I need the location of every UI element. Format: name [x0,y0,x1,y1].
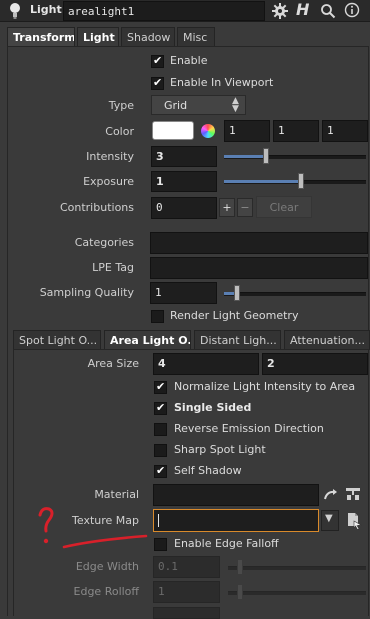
intensity-slider-fill [224,155,266,158]
color-swatch[interactable] [152,121,194,140]
partial-bottom-field [153,607,220,619]
contributions-label: Contributions [59,201,134,214]
node-type-label: Light [30,3,62,16]
texture-map-field[interactable] [153,509,319,532]
tab-attenuation[interactable]: Attenuation... [284,330,370,350]
reverse-emission-checkbox[interactable] [154,423,167,436]
type-dropdown-value: Grid [164,99,188,112]
exposure-field[interactable]: 1 [151,171,217,192]
gear-icon[interactable] [271,2,289,20]
render-geometry-checkbox[interactable] [151,310,164,323]
edge-falloff-checkbox[interactable] [154,538,167,551]
updown-arrow-icon: ▲ ▼ [232,96,239,114]
file-chooser-icon[interactable] [346,512,362,530]
color-label: Color [105,125,134,138]
sampling-slider-handle[interactable] [234,285,240,301]
edge-width-field[interactable]: 0.1 [153,556,220,578]
text-cursor [158,514,159,527]
tab-distant-light-options[interactable]: Distant Ligh... [194,330,281,350]
lpe-tag-label: LPE Tag [92,261,134,274]
jump-arrow-icon[interactable] [323,488,339,502]
self-shadow-checkbox[interactable] [154,464,167,478]
edge-width-slider-handle[interactable] [237,559,243,575]
type-dropdown[interactable]: Grid ▲ ▼ [151,95,246,115]
exposure-slider-handle[interactable] [298,173,304,189]
intensity-label: Intensity [86,150,134,163]
color-r-field[interactable]: 1 [224,120,270,142]
help-icon[interactable]: H [296,0,312,20]
edge-rolloff-field[interactable]: 1 [153,581,220,603]
sharp-spot-label: Sharp Spot Light [174,443,266,456]
chevron-down-icon: ▼ [325,513,333,524]
edge-rolloff-slider-handle[interactable] [237,584,243,600]
contributions-clear-button[interactable]: Clear [256,196,312,218]
tab-area-light-options[interactable]: Area Light O... [104,330,191,350]
exposure-slider-fill [224,180,301,183]
sub-tab-bar: Spot Light O... Area Light O... Distant … [13,330,370,350]
tab-spot-light-options[interactable]: Spot Light O... [13,330,101,350]
material-field[interactable] [153,484,319,506]
sampling-slider-track[interactable] [224,292,366,296]
edge-width-label: Edge Width [75,560,139,573]
type-label: Type [108,99,134,112]
single-sided-checkbox[interactable] [154,401,167,415]
intensity-slider-handle[interactable] [263,148,269,164]
edge-width-slider-track[interactable] [228,566,366,570]
tab-transform[interactable]: Transform [7,27,75,47]
tab-light[interactable]: Light [77,27,119,47]
search-icon[interactable] [320,3,336,19]
texture-map-dropdown-button[interactable]: ▼ [321,510,339,531]
normalize-label: Normalize Light Intensity to Area [174,380,356,393]
enable-checkbox[interactable] [151,54,164,68]
tab-misc[interactable]: Misc [177,27,215,47]
contributions-plus-button[interactable]: + [219,198,235,217]
edge-rolloff-slider-track[interactable] [228,591,366,595]
area-size-y-field[interactable]: 2 [262,353,368,375]
sampling-quality-label: Sampling Quality [39,286,134,299]
normalize-checkbox[interactable] [154,380,167,394]
sampling-quality-field[interactable]: 1 [150,282,217,304]
node-name-field[interactable]: arealight1 [63,1,265,21]
enable-viewport-label: Enable In Viewport [170,76,274,89]
render-geometry-label: Render Light Geometry [170,309,299,322]
enable-label: Enable [170,54,208,67]
lpe-tag-field[interactable] [150,257,368,279]
question-mark-annotation [38,507,148,549]
color-wheel-icon[interactable] [201,124,215,138]
color-b-field[interactable]: 1 [322,120,368,142]
intensity-field[interactable]: 3 [151,146,217,167]
contributions-minus-button[interactable]: − [237,198,253,217]
area-size-label: Area Size [87,357,139,370]
lightbulb-icon [8,2,22,20]
exposure-label: Exposure [83,175,134,188]
contributions-field[interactable]: 0 [151,197,217,219]
tab-shadow[interactable]: Shadow [121,27,175,47]
color-g-field[interactable]: 1 [273,120,319,142]
edge-rolloff-label: Edge Rolloff [73,585,139,598]
sharp-spot-checkbox[interactable] [154,444,167,457]
main-tab-bar: Transform Light Shadow Misc [7,27,367,47]
header-bar: Light arealight1 H [0,0,370,22]
categories-field[interactable] [150,232,368,254]
categories-label: Categories [74,236,134,249]
edge-falloff-label: Enable Edge Falloff [174,537,279,550]
self-shadow-label: Self Shadow [174,464,242,477]
area-size-x-field[interactable]: 4 [153,353,259,375]
info-icon[interactable] [344,2,360,18]
enable-viewport-checkbox[interactable] [151,76,164,90]
reverse-emission-label: Reverse Emission Direction [174,422,324,435]
single-sided-label: Single Sided [174,401,252,414]
node-chooser-icon[interactable] [345,486,361,502]
material-label: Material [94,488,139,501]
